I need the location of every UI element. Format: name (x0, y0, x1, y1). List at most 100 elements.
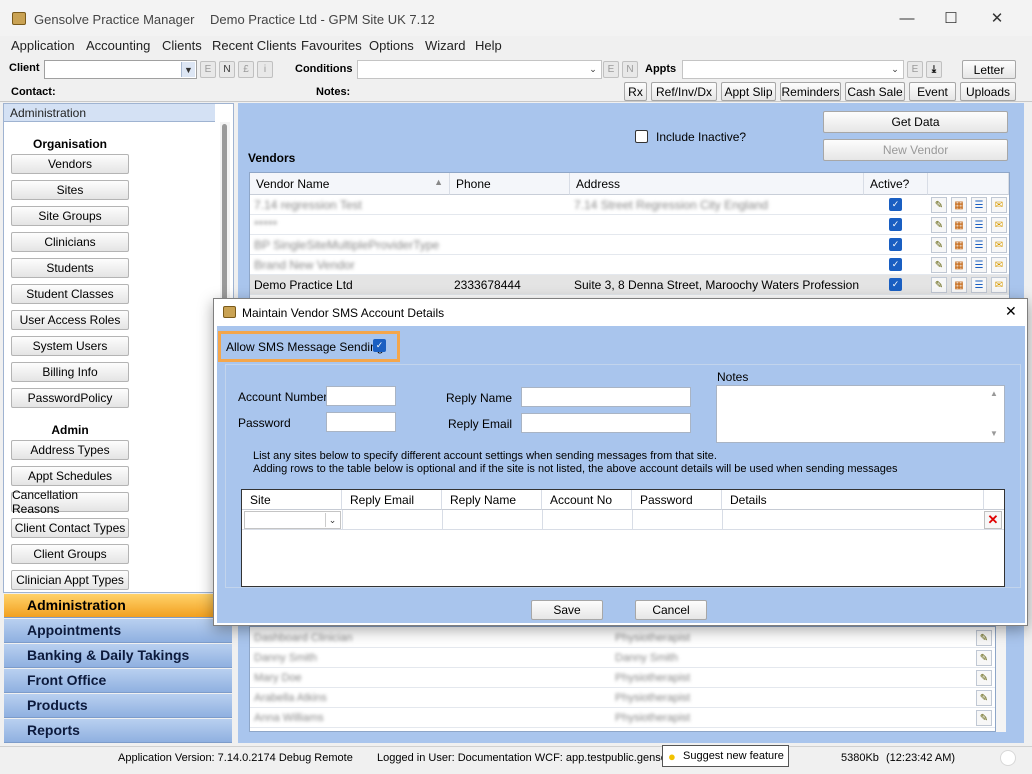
sidebar-item-clinicians[interactable]: Clinicians (11, 232, 129, 252)
include-inactive-checkbox[interactable] (635, 130, 648, 143)
reminders-button[interactable]: Reminders (780, 82, 841, 101)
email-icon[interactable]: ✉ (991, 257, 1007, 273)
edit-pencil-icon[interactable]: ✎ (931, 217, 947, 233)
email-icon[interactable]: ✉ (991, 217, 1007, 233)
site-combo[interactable]: ⌄ (244, 511, 341, 529)
document-icon[interactable]: ☰ (971, 217, 987, 233)
document-icon[interactable]: ☰ (971, 237, 987, 253)
event-button[interactable]: Event (909, 82, 956, 101)
edit-pencil-icon[interactable]: ✎ (976, 690, 992, 706)
sidebar-item-client-groups[interactable]: Client Groups (11, 544, 129, 564)
sidebar-item-cancellation-reasons[interactable]: Cancellation Reasons (11, 488, 129, 516)
email-icon[interactable]: ✉ (991, 277, 1007, 293)
sidebar-item-clinician-appt-types[interactable]: Clinician Appt Types (11, 570, 129, 590)
maximize-icon[interactable]: ☐ (939, 6, 963, 30)
chevron-down-icon[interactable]: ▼ (181, 62, 195, 77)
active-checkbox[interactable]: ✓ (889, 238, 902, 251)
conditions-e-button[interactable]: E (603, 61, 619, 78)
sidebar-item-sites[interactable]: Sites (11, 180, 129, 200)
nav-reports[interactable]: Reports (4, 719, 232, 743)
menu-recent-clients[interactable]: Recent Clients (212, 38, 297, 53)
suggest-feature-button[interactable]: ● Suggest new feature (662, 745, 789, 767)
ref-inv-dx-button[interactable]: Ref/Inv/Dx (651, 82, 717, 101)
nav-administration[interactable]: Administration (4, 594, 232, 618)
notes-field[interactable] (716, 385, 1005, 443)
new-vendor-button[interactable]: New Vendor (823, 139, 1008, 161)
minimize-icon[interactable]: — (895, 6, 919, 30)
sidebar-item-address-types[interactable]: Address Types (11, 440, 129, 460)
sidebar-item-students[interactable]: Students (11, 258, 129, 278)
edit-pencil-icon[interactable]: ✎ (931, 237, 947, 253)
chevron-down-icon[interactable]: ⌄ (888, 62, 902, 77)
col-site[interactable]: Site (242, 490, 342, 510)
sidebar-item-system-users[interactable]: System Users (11, 336, 129, 356)
col-active[interactable]: Active? (864, 173, 928, 195)
sidebar-item-billing-info[interactable]: Billing Info (11, 362, 129, 382)
active-checkbox[interactable]: ✓ (889, 218, 902, 231)
download-icon[interactable]: ⤓ (926, 61, 942, 78)
chevron-down-icon[interactable]: ⌄ (325, 513, 339, 527)
sidebar-item-vendors[interactable]: Vendors (11, 154, 129, 174)
col-password[interactable]: Password (632, 490, 722, 510)
menu-options[interactable]: Options (369, 38, 414, 53)
client-pound-button[interactable]: £ (238, 61, 254, 78)
col-phone[interactable]: Phone (450, 173, 570, 195)
menu-favourites[interactable]: Favourites (301, 38, 362, 53)
document-icon[interactable]: ☰ (971, 277, 987, 293)
edit-pencil-icon[interactable]: ✎ (931, 257, 947, 273)
conditions-n-button[interactable]: N (622, 61, 638, 78)
nav-appointments[interactable]: Appointments (4, 619, 232, 643)
password-field[interactable] (326, 412, 396, 432)
reply-email-field[interactable] (521, 413, 691, 433)
nav-banking[interactable]: Banking & Daily Takings (4, 644, 232, 668)
save-button[interactable]: Save (531, 600, 603, 620)
reply-name-field[interactable] (521, 387, 691, 407)
edit-pencil-icon[interactable]: ✎ (976, 650, 992, 666)
conditions-combo[interactable]: ⌄ (357, 60, 602, 79)
client-n-button[interactable]: N (219, 61, 235, 78)
rx-button[interactable]: Rx (624, 82, 647, 101)
appts-combo[interactable]: ⌄ (682, 60, 904, 79)
edit-pencil-icon[interactable]: ✎ (976, 630, 992, 646)
sidebar-item-password-policy[interactable]: PasswordPolicy (11, 388, 129, 408)
menu-accounting[interactable]: Accounting (86, 38, 150, 53)
nav-front-office[interactable]: Front Office (4, 669, 232, 693)
edit-pencil-icon[interactable]: ✎ (931, 197, 947, 213)
sidebar-item-client-contact-types[interactable]: Client Contact Types (11, 518, 129, 538)
close-icon[interactable]: ✕ (985, 6, 1009, 30)
client-info-button[interactable]: i (257, 61, 273, 78)
active-checkbox[interactable]: ✓ (889, 198, 902, 211)
col-vendor-name[interactable]: Vendor Name ▲ (250, 173, 450, 195)
chevron-down-icon[interactable]: ⌄ (586, 62, 600, 77)
appt-slip-button[interactable]: Appt Slip (721, 82, 776, 101)
edit-pencil-icon[interactable]: ✎ (976, 710, 992, 726)
delete-row-icon[interactable]: ✕ (984, 511, 1002, 529)
menu-clients[interactable]: Clients (162, 38, 202, 53)
menu-wizard[interactable]: Wizard (425, 38, 465, 53)
nav-products[interactable]: Products (4, 694, 232, 718)
edit-pencil-icon[interactable]: ✎ (976, 670, 992, 686)
scroll-down-icon[interactable]: ▼ (990, 429, 998, 438)
col-reply-email[interactable]: Reply Email (342, 490, 442, 510)
calendar-icon[interactable]: ▦ (951, 257, 967, 273)
sidebar-item-user-access-roles[interactable]: User Access Roles (11, 310, 129, 330)
calendar-icon[interactable]: ▦ (951, 197, 967, 213)
active-checkbox[interactable]: ✓ (889, 258, 902, 271)
sidebar-item-student-classes[interactable]: Student Classes (11, 284, 129, 304)
email-icon[interactable]: ✉ (991, 197, 1007, 213)
active-checkbox[interactable]: ✓ (889, 278, 902, 291)
cancel-button[interactable]: Cancel (635, 600, 707, 620)
letter-button[interactable]: Letter (962, 60, 1016, 79)
document-icon[interactable]: ☰ (971, 197, 987, 213)
edit-pencil-icon[interactable]: ✎ (931, 277, 947, 293)
allow-sms-checkbox[interactable]: ✓ (373, 339, 386, 352)
appts-e-button[interactable]: E (907, 61, 923, 78)
menu-application[interactable]: Application (11, 38, 75, 53)
email-icon[interactable]: ✉ (991, 237, 1007, 253)
col-address[interactable]: Address (570, 173, 864, 195)
dialog-close-icon[interactable]: ✕ (1005, 303, 1017, 320)
grid-scrollbar[interactable] (996, 626, 1006, 732)
sidebar-item-site-groups[interactable]: Site Groups (11, 206, 129, 226)
scroll-up-icon[interactable]: ▲ (990, 389, 998, 398)
get-data-button[interactable]: Get Data (823, 111, 1008, 133)
